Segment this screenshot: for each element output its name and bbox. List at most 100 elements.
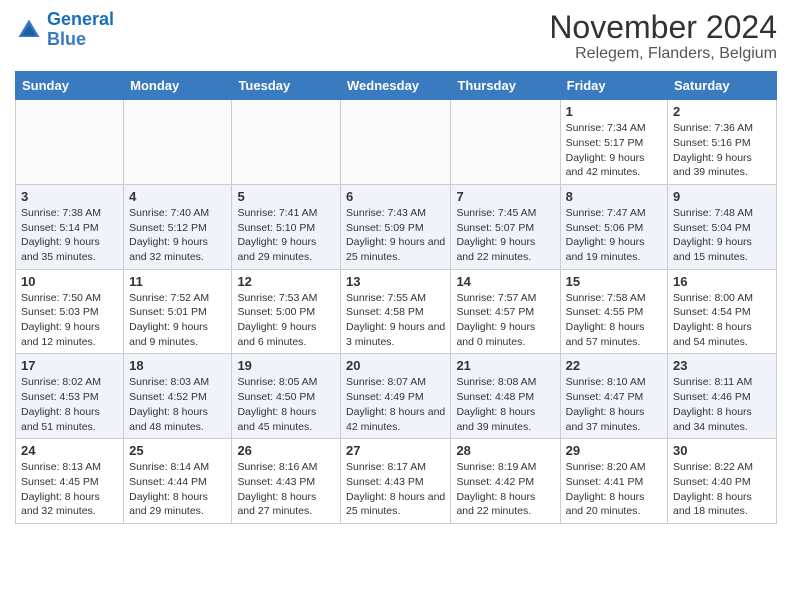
logo-line1: General (47, 9, 114, 29)
month-title: November 2024 (549, 10, 777, 45)
day-cell: 17Sunrise: 8:02 AM Sunset: 4:53 PM Dayli… (16, 354, 124, 439)
day-info: Sunrise: 8:17 AM Sunset: 4:43 PM Dayligh… (346, 460, 445, 519)
day-cell: 21 Sunrise: 8:08 AM Sunset: 4:48 PM Dayli… (451, 354, 560, 439)
day-number: 9 (673, 189, 771, 204)
day-info: Sunrise: 7:36 AM Sunset: 5:16 PM Dayligh… (673, 121, 771, 180)
day-info: Sunrise: 7:43 AM Sunset: 5:09 PM Dayligh… (346, 206, 445, 265)
day-number: 23 (673, 358, 771, 373)
day-cell: 14 Sunrise: 7:57 AM Sunset: 4:57 PM Dayli… (451, 269, 560, 354)
day-number: 13 (346, 274, 445, 289)
day-number: 21 (456, 358, 554, 373)
page: General Blue November 2024 Relegem, Flan… (0, 0, 792, 612)
day-info: Sunrise: 7:45 AM Sunset: 5:07 PM Dayligh… (456, 206, 554, 265)
day-number: 3 (21, 189, 118, 204)
day-cell: 12 Sunrise: 7:53 AM Sunset: 5:00 PM Dayli… (232, 269, 341, 354)
day-cell: 2 Sunrise: 7:36 AM Sunset: 5:16 PM Daylig… (668, 100, 777, 185)
day-number: 24 (21, 443, 118, 458)
day-header-thursday: Thursday (451, 72, 560, 100)
day-number: 27 (346, 443, 445, 458)
header-row: SundayMondayTuesdayWednesdayThursdayFrid… (16, 72, 777, 100)
day-info: Sunrise: 7:52 AM Sunset: 5:01 PM Dayligh… (129, 291, 226, 350)
title-area: November 2024 Relegem, Flanders, Belgium (549, 10, 777, 63)
day-number: 2 (673, 104, 771, 119)
day-info: Sunrise: 8:16 AM Sunset: 4:43 PM Dayligh… (237, 460, 335, 519)
day-number: 28 (456, 443, 554, 458)
day-header-sunday: Sunday (16, 72, 124, 100)
day-cell (451, 100, 560, 185)
day-header-saturday: Saturday (668, 72, 777, 100)
header: General Blue November 2024 Relegem, Flan… (15, 10, 777, 63)
day-cell (16, 100, 124, 185)
logo-icon (15, 16, 43, 44)
day-info: Sunrise: 7:48 AM Sunset: 5:04 PM Dayligh… (673, 206, 771, 265)
day-info: Sunrise: 7:47 AM Sunset: 5:06 PM Dayligh… (566, 206, 662, 265)
day-info: Sunrise: 8:07 AM Sunset: 4:49 PM Dayligh… (346, 375, 445, 434)
day-number: 16 (673, 274, 771, 289)
day-info: Sunrise: 8:08 AM Sunset: 4:48 PM Dayligh… (456, 375, 554, 434)
day-cell: 7Sunrise: 7:45 AM Sunset: 5:07 PM Daylig… (451, 184, 560, 269)
day-info: Sunrise: 8:13 AM Sunset: 4:45 PM Dayligh… (21, 460, 118, 519)
day-number: 10 (21, 274, 118, 289)
day-info: Sunrise: 8:20 AM Sunset: 4:41 PM Dayligh… (566, 460, 662, 519)
logo-text: General Blue (47, 10, 114, 50)
day-info: Sunrise: 8:00 AM Sunset: 4:54 PM Dayligh… (673, 291, 771, 350)
logo: General Blue (15, 10, 114, 50)
day-cell: 23 Sunrise: 8:11 AM Sunset: 4:46 PM Dayli… (668, 354, 777, 439)
week-row-5: 24 Sunrise: 8:13 AM Sunset: 4:45 PM Dayli… (16, 439, 777, 524)
day-cell (232, 100, 341, 185)
day-info: Sunrise: 7:58 AM Sunset: 4:55 PM Dayligh… (566, 291, 662, 350)
day-info: Sunrise: 7:40 AM Sunset: 5:12 PM Dayligh… (129, 206, 226, 265)
day-info: Sunrise: 7:53 AM Sunset: 5:00 PM Dayligh… (237, 291, 335, 350)
day-cell: 25Sunrise: 8:14 AM Sunset: 4:44 PM Dayli… (124, 439, 232, 524)
day-cell: 26Sunrise: 8:16 AM Sunset: 4:43 PM Dayli… (232, 439, 341, 524)
day-info: Sunrise: 8:02 AM Sunset: 4:53 PM Dayligh… (21, 375, 118, 434)
day-header-tuesday: Tuesday (232, 72, 341, 100)
day-cell: 5 Sunrise: 7:41 AM Sunset: 5:10 PM Daylig… (232, 184, 341, 269)
day-number: 12 (237, 274, 335, 289)
day-number: 11 (129, 274, 226, 289)
day-number: 30 (673, 443, 771, 458)
day-cell: 1 Sunrise: 7:34 AM Sunset: 5:17 PM Daylig… (560, 100, 667, 185)
day-cell: 16 Sunrise: 8:00 AM Sunset: 4:54 PM Dayli… (668, 269, 777, 354)
day-cell: 9 Sunrise: 7:48 AM Sunset: 5:04 PM Daylig… (668, 184, 777, 269)
day-number: 25 (129, 443, 226, 458)
day-number: 1 (566, 104, 662, 119)
day-number: 22 (566, 358, 662, 373)
day-cell (341, 100, 451, 185)
week-row-3: 10 Sunrise: 7:50 AM Sunset: 5:03 PM Dayli… (16, 269, 777, 354)
day-number: 19 (237, 358, 335, 373)
day-cell: 30 Sunrise: 8:22 AM Sunset: 4:40 PM Dayli… (668, 439, 777, 524)
day-cell: 29Sunrise: 8:20 AM Sunset: 4:41 PM Dayli… (560, 439, 667, 524)
day-cell: 8Sunrise: 7:47 AM Sunset: 5:06 PM Daylig… (560, 184, 667, 269)
day-info: Sunrise: 8:10 AM Sunset: 4:47 PM Dayligh… (566, 375, 662, 434)
day-number: 20 (346, 358, 445, 373)
day-cell (124, 100, 232, 185)
week-row-2: 3 Sunrise: 7:38 AM Sunset: 5:14 PM Daylig… (16, 184, 777, 269)
day-cell: 11 Sunrise: 7:52 AM Sunset: 5:01 PM Dayli… (124, 269, 232, 354)
day-header-monday: Monday (124, 72, 232, 100)
day-cell: 24 Sunrise: 8:13 AM Sunset: 4:45 PM Dayli… (16, 439, 124, 524)
day-info: Sunrise: 8:11 AM Sunset: 4:46 PM Dayligh… (673, 375, 771, 434)
day-cell: 19Sunrise: 8:05 AM Sunset: 4:50 PM Dayli… (232, 354, 341, 439)
week-row-4: 17Sunrise: 8:02 AM Sunset: 4:53 PM Dayli… (16, 354, 777, 439)
week-row-1: 1 Sunrise: 7:34 AM Sunset: 5:17 PM Daylig… (16, 100, 777, 185)
day-cell: 13Sunrise: 7:55 AM Sunset: 4:58 PM Dayli… (341, 269, 451, 354)
day-info: Sunrise: 7:57 AM Sunset: 4:57 PM Dayligh… (456, 291, 554, 350)
day-info: Sunrise: 8:22 AM Sunset: 4:40 PM Dayligh… (673, 460, 771, 519)
day-info: Sunrise: 7:34 AM Sunset: 5:17 PM Dayligh… (566, 121, 662, 180)
day-cell: 4 Sunrise: 7:40 AM Sunset: 5:12 PM Daylig… (124, 184, 232, 269)
day-header-friday: Friday (560, 72, 667, 100)
calendar: SundayMondayTuesdayWednesdayThursdayFrid… (15, 71, 777, 524)
day-number: 14 (456, 274, 554, 289)
subtitle: Relegem, Flanders, Belgium (549, 45, 777, 63)
day-cell: 15Sunrise: 7:58 AM Sunset: 4:55 PM Dayli… (560, 269, 667, 354)
day-info: Sunrise: 7:41 AM Sunset: 5:10 PM Dayligh… (237, 206, 335, 265)
day-info: Sunrise: 7:50 AM Sunset: 5:03 PM Dayligh… (21, 291, 118, 350)
logo-line2: Blue (47, 29, 86, 49)
day-cell: 22 Sunrise: 8:10 AM Sunset: 4:47 PM Dayli… (560, 354, 667, 439)
day-number: 4 (129, 189, 226, 204)
day-info: Sunrise: 7:38 AM Sunset: 5:14 PM Dayligh… (21, 206, 118, 265)
day-cell: 10 Sunrise: 7:50 AM Sunset: 5:03 PM Dayli… (16, 269, 124, 354)
day-number: 5 (237, 189, 335, 204)
day-cell: 20 Sunrise: 8:07 AM Sunset: 4:49 PM Dayli… (341, 354, 451, 439)
